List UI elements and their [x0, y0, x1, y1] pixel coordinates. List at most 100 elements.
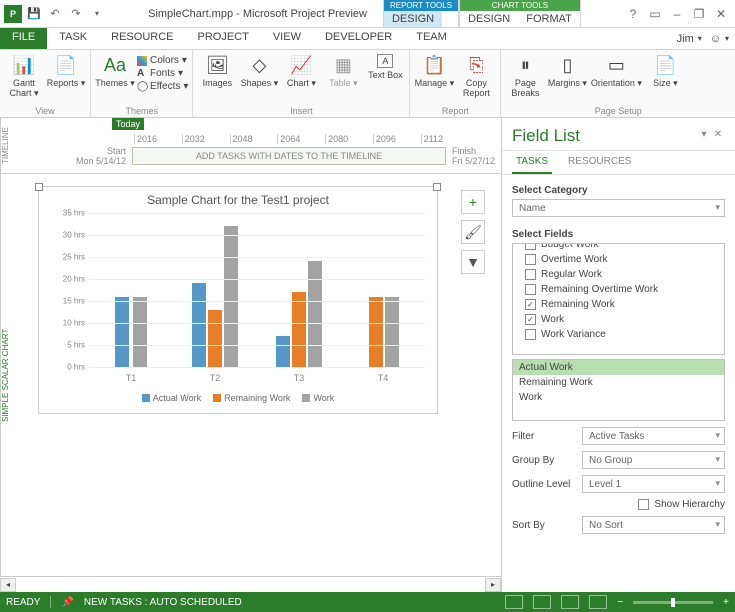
view-shortcut-1[interactable]	[505, 595, 523, 609]
chart-object[interactable]: Sample Chart for the Test1 project T1T2T…	[38, 186, 438, 414]
field-check[interactable]: Budget Work	[513, 243, 724, 252]
field-check[interactable]: Overtime Work	[513, 252, 724, 267]
restore-icon[interactable]: ❐	[689, 4, 709, 24]
save-icon[interactable]: 💾	[24, 4, 44, 24]
tab-project[interactable]: PROJECT	[186, 28, 261, 49]
zoom-slider[interactable]	[633, 601, 713, 604]
quick-access-toolbar: P 💾 ↶ ↷ ▾	[0, 4, 110, 24]
groupby-combo[interactable]: No Group	[582, 451, 725, 469]
view-shortcut-2[interactable]	[533, 595, 551, 609]
textbox-button[interactable]: AText Box	[365, 52, 405, 82]
outline-level-label: Outline Level	[512, 479, 582, 490]
fonts-button[interactable]: AFonts ▾	[137, 67, 188, 80]
margins-button[interactable]: ▯Margins ▾	[547, 52, 587, 90]
horizontal-scrollbar[interactable]: ◂ ▸	[0, 576, 501, 592]
schedule-mode-icon[interactable]: 📌	[61, 597, 73, 608]
colors-button[interactable]: Colors ▾	[137, 54, 188, 67]
timeline-start-date: Mon 5/14/12	[76, 156, 126, 166]
field-check[interactable]: Remaining Overtime Work	[513, 282, 724, 297]
help-icon[interactable]: ?	[623, 4, 643, 24]
selected-fields-list[interactable]: Actual WorkRemaining WorkWork	[512, 359, 725, 421]
ribbon-group-themes: Aa Themes ▾ Colors ▾ AFonts ▾ ◯Effects ▾…	[91, 50, 193, 117]
tab-chart-design[interactable]: DESIGN	[460, 11, 518, 27]
chart-title[interactable]: Sample Chart for the Test1 project	[45, 193, 431, 207]
tab-report-design[interactable]: DESIGN	[384, 11, 442, 27]
reports-button[interactable]: 📄 Reports ▾	[46, 52, 86, 90]
tab-task[interactable]: TASK	[47, 28, 99, 49]
timeline-label[interactable]: TIMELINE	[0, 118, 16, 173]
chart-legend[interactable]: Actual WorkRemaining WorkWork	[45, 393, 431, 403]
status-schedule-mode[interactable]: NEW TASKS : AUTO SCHEDULED	[84, 597, 242, 608]
tab-team[interactable]: TEAM	[404, 28, 459, 49]
field-check[interactable]: Regular Work	[513, 267, 724, 282]
user-name: Jim	[677, 33, 694, 45]
shapes-button[interactable]: ◇Shapes ▾	[239, 52, 279, 90]
copy-icon: ⎘	[465, 54, 487, 76]
zoom-out-icon[interactable]: −	[617, 597, 623, 608]
category-combo[interactable]: Name	[512, 199, 725, 217]
sortby-label: Sort By	[512, 520, 582, 531]
qat-customize-icon[interactable]: ▾	[87, 4, 107, 24]
timeline-bar[interactable]: ADD TASKS WITH DATES TO THE TIMELINE	[132, 147, 446, 165]
reports-icon: 📄	[55, 54, 77, 76]
chart-button[interactable]: 📈Chart ▾	[281, 52, 321, 90]
tab-developer[interactable]: DEVELOPER	[313, 28, 404, 49]
size-button[interactable]: 📄Size ▾	[645, 52, 685, 90]
field-tab-resources[interactable]: RESOURCES	[564, 151, 635, 174]
chart-styles-button[interactable]: 🖌	[461, 220, 485, 244]
images-button[interactable]: 🖼Images	[197, 52, 237, 90]
field-list-pane: Field List ▾ ✕ TASKS RESOURCES Select Ca…	[502, 118, 735, 592]
themes-button[interactable]: Aa Themes ▾	[95, 52, 135, 90]
fields-checklist[interactable]: Budget WorkOvertime WorkRegular WorkRema…	[512, 243, 725, 355]
user-area[interactable]: Jim ▾ ☺ ▾	[677, 28, 735, 49]
manage-button[interactable]: 📋Manage ▾	[414, 52, 454, 90]
minimize-icon[interactable]: –	[667, 4, 687, 24]
pane-options-icon[interactable]: ▾	[697, 129, 711, 143]
select-fields-label: Select Fields	[512, 229, 725, 240]
chart-icon: 📈	[290, 54, 312, 76]
field-tab-tasks[interactable]: TASKS	[512, 151, 552, 174]
context-tab-report-tools: REPORT TOOLS DESIGN	[383, 0, 459, 27]
scroll-right-icon[interactable]: ▸	[485, 578, 501, 592]
project-app-icon[interactable]: P	[3, 4, 23, 24]
selected-field-item[interactable]: Actual Work	[513, 360, 724, 375]
pane-close-icon[interactable]: ✕	[711, 129, 725, 143]
outline-level-combo[interactable]: Level 1	[582, 475, 725, 493]
timeline-start-label: Start	[76, 146, 126, 156]
sortby-combo[interactable]: No Sort	[582, 516, 725, 534]
selected-field-item[interactable]: Remaining Work	[513, 375, 724, 390]
fonts-icon: A	[137, 68, 147, 79]
redo-icon[interactable]: ↷	[66, 4, 86, 24]
copy-report-button[interactable]: ⎘Copy Report	[456, 52, 496, 100]
view-shortcut-4[interactable]	[589, 595, 607, 609]
show-hierarchy-checkbox[interactable]: Show Hierarchy	[638, 497, 725, 512]
tab-chart-format[interactable]: FORMAT	[518, 11, 580, 27]
tab-file[interactable]: FILE	[0, 28, 47, 49]
undo-icon[interactable]: ↶	[45, 4, 65, 24]
field-check[interactable]: Work Variance	[513, 327, 724, 342]
zoom-in-icon[interactable]: +	[723, 597, 729, 608]
table-button[interactable]: ▦Table ▾	[323, 52, 363, 90]
selected-field-item[interactable]: Work	[513, 390, 724, 405]
effects-button[interactable]: ◯Effects ▾	[137, 80, 188, 93]
ribbon-options-icon[interactable]: ▭	[645, 4, 665, 24]
field-check[interactable]: ✓Remaining Work	[513, 297, 724, 312]
view-shortcut-3[interactable]	[561, 595, 579, 609]
chart-filters-button[interactable]: ▼	[461, 250, 485, 274]
orientation-button[interactable]: ▭Orientation ▾	[589, 52, 643, 90]
page-breaks-icon: ⏸	[514, 54, 536, 76]
gantt-chart-button[interactable]: 📊 Gantt Chart ▾	[4, 52, 44, 100]
tab-view[interactable]: VIEW	[261, 28, 313, 49]
scroll-left-icon[interactable]: ◂	[0, 578, 16, 592]
tab-resource[interactable]: RESOURCE	[99, 28, 185, 49]
page-breaks-button[interactable]: ⏸Page Breaks	[505, 52, 545, 100]
close-icon[interactable]: ✕	[711, 4, 731, 24]
filter-combo[interactable]: Active Tasks	[582, 427, 725, 445]
feedback-icon[interactable]: ☺	[710, 33, 721, 45]
groupby-label: Group By	[512, 455, 582, 466]
chart-elements-button[interactable]: +	[461, 190, 485, 214]
context-tab-chart-tools: CHART TOOLS DESIGN FORMAT	[459, 0, 581, 27]
report-canvas[interactable]: Sample Chart for the Test1 project T1T2T…	[16, 174, 501, 576]
report-name-label[interactable]: SIMPLE SCALAR CHART	[0, 174, 16, 576]
field-check[interactable]: ✓Work	[513, 312, 724, 327]
